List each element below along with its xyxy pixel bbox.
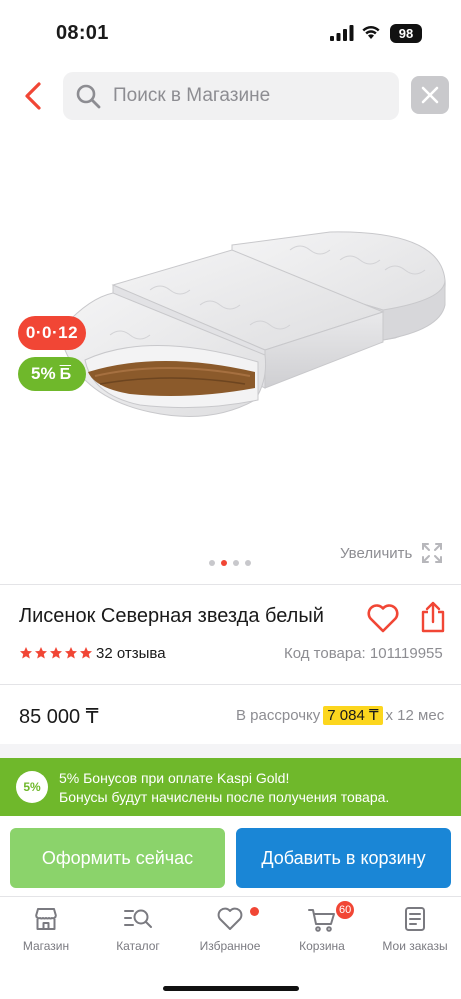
product-page: 08:01 98 Поиск в Магазине 0·0·12 5% Б Ув…	[0, 0, 461, 999]
star-icon	[35, 647, 47, 659]
battery-icon: 98	[390, 24, 422, 43]
catalog-search-icon	[124, 909, 152, 928]
nav-label-cart: Корзина	[299, 939, 345, 953]
gallery-dot[interactable]	[245, 560, 251, 566]
nav-label-orders: Мои заказы	[382, 939, 448, 953]
favorite-heart-icon[interactable]	[366, 602, 400, 634]
bonus-currency-label: Б	[59, 366, 72, 383]
review-count-link[interactable]: 32 отзыва	[96, 645, 166, 662]
search-input[interactable]: Поиск в Магазине	[63, 72, 399, 120]
bonus-banner-subtitle: Бонусы будут начислены после получения т…	[59, 789, 390, 805]
back-button[interactable]	[20, 80, 48, 112]
nav-item-favorites[interactable]: Избранное	[184, 905, 276, 965]
heart-icon	[217, 907, 243, 930]
product-code: Код товара: 101119955	[284, 645, 443, 662]
share-icon[interactable]	[420, 600, 446, 634]
divider	[0, 584, 461, 585]
installment-suffix: х 12 мес	[385, 707, 445, 724]
bonus-badge: 5% Б	[18, 357, 86, 391]
star-icon	[80, 647, 92, 659]
bottom-nav: Магазин Каталог Избранное 60 Корзина Мои…	[0, 896, 461, 999]
favorites-notification-dot	[250, 907, 259, 916]
buy-now-button[interactable]: Оформить сейчас	[10, 828, 225, 888]
bonus-badge-percent: 5%	[31, 364, 56, 383]
installment-info[interactable]: В рассрочку 7 084 ₸ х 12 мес	[236, 706, 445, 725]
star-icon	[65, 647, 77, 659]
orders-icon	[405, 907, 425, 931]
cart-count-badge: 60	[336, 901, 355, 919]
rating-stars	[19, 646, 93, 662]
gallery-dot[interactable]	[233, 560, 239, 566]
cart-icon	[308, 909, 335, 932]
close-icon	[421, 86, 439, 104]
nav-label-favorites: Избранное	[199, 939, 261, 953]
product-price: 85 000 ₸	[19, 706, 99, 728]
nav-label-store: Магазин	[22, 939, 70, 953]
gallery-dot-active[interactable]	[221, 560, 227, 566]
divider	[0, 684, 461, 685]
bonus-banner-title: 5% Бонусов при оплате Kaspi Gold!	[59, 770, 290, 786]
store-icon	[35, 908, 57, 930]
expand-icon[interactable]	[420, 541, 444, 565]
nav-item-orders[interactable]: Мои заказы	[369, 905, 461, 965]
installment-prefix: В рассрочку	[236, 707, 321, 724]
star-icon	[20, 647, 32, 659]
nav-item-store[interactable]: Магазин	[0, 905, 92, 965]
installment-badge: 0·0·12	[18, 316, 86, 350]
wifi-icon	[362, 26, 380, 39]
search-icon	[76, 84, 101, 109]
gallery-dot[interactable]	[209, 560, 215, 566]
home-indicator[interactable]	[163, 986, 299, 991]
cellular-signal-icon	[330, 25, 354, 41]
status-bar: 08:01 98	[0, 0, 461, 66]
product-title: Лисенок Северная звезда белый	[19, 605, 324, 627]
section-separator	[0, 744, 461, 758]
bonus-percent-circle: 5%	[16, 771, 48, 803]
zoom-label[interactable]: Увеличить	[340, 545, 412, 562]
status-time: 08:01	[56, 22, 109, 44]
search-placeholder: Поиск в Магазине	[113, 85, 271, 106]
star-icon	[50, 647, 62, 659]
nav-item-catalog[interactable]: Каталог	[92, 905, 184, 965]
product-code-value: 101119955	[369, 645, 443, 662]
installment-amount: 7 084 ₸	[323, 706, 383, 725]
nav-label-catalog: Каталог	[116, 939, 160, 953]
clear-search-button[interactable]	[411, 76, 449, 114]
product-code-label: Код товара:	[284, 645, 366, 662]
bonus-banner: 5% 5% Бонусов при оплате Kaspi Gold! Бон…	[0, 758, 461, 816]
add-to-cart-button[interactable]: Добавить в корзину	[236, 828, 451, 888]
nav-item-cart[interactable]: 60 Корзина	[276, 901, 368, 965]
